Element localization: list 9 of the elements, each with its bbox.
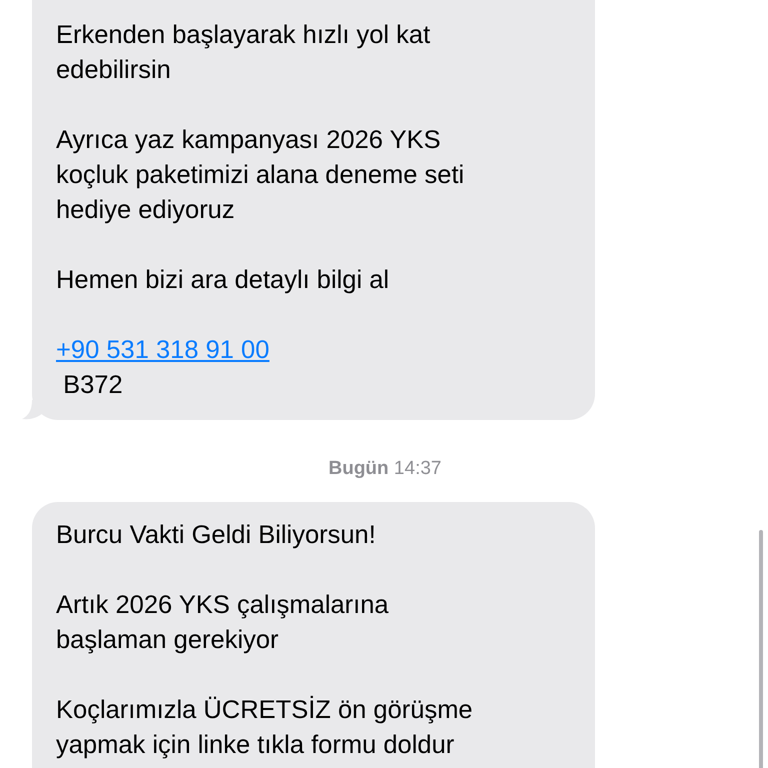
message-text: B372	[62, 370, 124, 401]
message-text: Koçlarımızla ÜCRETSİZ ön görüşme yapmak için linke tıkla formu doldur	[56, 694, 474, 761]
message-text: Burcu Vakti Geldi Biliyorsun!	[56, 520, 377, 551]
message-text: Hemen bizi ara detaylı bilgi al	[56, 265, 390, 296]
message-text: Artık 2026 YKS çalışmalarına başlaman gerekiyor	[56, 590, 390, 656]
phone-link[interactable]: +90 531 318 91 00	[56, 333, 270, 368]
message-text: Ayrıca yaz kampanyası 2026 YKS koçluk paketimizi alana deneme seti hediye ediyoruz	[56, 125, 466, 226]
timestamp: Bugün 14:37	[328, 458, 442, 480]
message-text: Erkenden başlayarak hızlı yol kat edebilirsin	[56, 20, 432, 86]
